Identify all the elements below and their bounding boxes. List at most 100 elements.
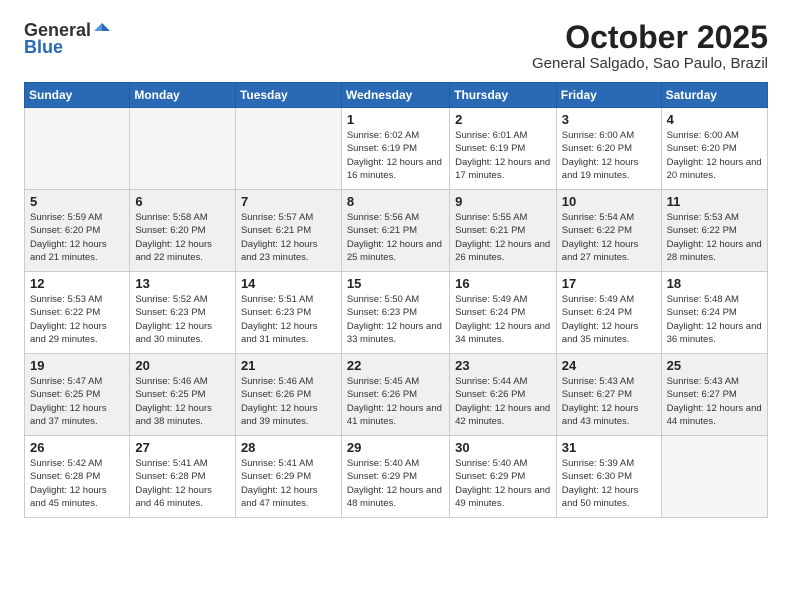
day-number: 6 [135, 194, 230, 209]
day-number: 31 [562, 440, 656, 455]
month-title: October 2025 [532, 20, 768, 55]
day-info: Sunrise: 5:53 AM Sunset: 6:22 PM Dayligh… [30, 293, 124, 346]
day-info: Sunrise: 5:52 AM Sunset: 6:23 PM Dayligh… [135, 293, 230, 346]
day-info: Sunrise: 5:46 AM Sunset: 6:26 PM Dayligh… [241, 375, 336, 428]
day-info: Sunrise: 6:02 AM Sunset: 6:19 PM Dayligh… [347, 129, 444, 182]
table-row: 8 Sunrise: 5:56 AM Sunset: 6:21 PM Daylig… [341, 190, 449, 272]
day-number: 28 [241, 440, 336, 455]
table-row: 2 Sunrise: 6:01 AM Sunset: 6:19 PM Daylig… [450, 108, 557, 190]
day-info: Sunrise: 6:01 AM Sunset: 6:19 PM Dayligh… [455, 129, 551, 182]
day-number: 16 [455, 276, 551, 291]
calendar-week-row: 1 Sunrise: 6:02 AM Sunset: 6:19 PM Daylig… [25, 108, 768, 190]
day-info: Sunrise: 5:41 AM Sunset: 6:28 PM Dayligh… [135, 457, 230, 510]
header-monday: Monday [130, 83, 236, 108]
day-info: Sunrise: 5:45 AM Sunset: 6:26 PM Dayligh… [347, 375, 444, 428]
day-info: Sunrise: 5:39 AM Sunset: 6:30 PM Dayligh… [562, 457, 656, 510]
day-info: Sunrise: 5:53 AM Sunset: 6:22 PM Dayligh… [667, 211, 762, 264]
header-saturday: Saturday [661, 83, 767, 108]
day-number: 27 [135, 440, 230, 455]
day-info: Sunrise: 5:43 AM Sunset: 6:27 PM Dayligh… [562, 375, 656, 428]
day-number: 30 [455, 440, 551, 455]
page: General Blue October 2025 General Salgad… [0, 0, 792, 612]
day-info: Sunrise: 5:55 AM Sunset: 6:21 PM Dayligh… [455, 211, 551, 264]
location-title: General Salgado, Sao Paulo, Brazil [532, 55, 768, 72]
table-row: 9 Sunrise: 5:55 AM Sunset: 6:21 PM Daylig… [450, 190, 557, 272]
day-info: Sunrise: 5:58 AM Sunset: 6:20 PM Dayligh… [135, 211, 230, 264]
day-number: 26 [30, 440, 124, 455]
logo-blue: Blue [24, 37, 63, 58]
table-row [661, 436, 767, 518]
table-row: 15Sunrise: 5:50 AM Sunset: 6:23 PM Dayli… [341, 272, 449, 354]
day-number: 23 [455, 358, 551, 373]
table-row: 27 Sunrise: 5:41 AM Sunset: 6:28 PM Dayli… [130, 436, 236, 518]
day-info: Sunrise: 5:49 AM Sunset: 6:24 PM Dayligh… [455, 293, 551, 346]
header: General Blue October 2025 General Salgad… [24, 20, 768, 72]
day-info: Sunrise: 5:57 AM Sunset: 6:21 PM Dayligh… [241, 211, 336, 264]
logo-flag-icon [92, 21, 112, 41]
table-row: 23 Sunrise: 5:44 AM Sunset: 6:26 PM Dayli… [450, 354, 557, 436]
day-info: Sunrise: 6:00 AM Sunset: 6:20 PM Dayligh… [562, 129, 656, 182]
table-row: 3Sunrise: 6:00 AM Sunset: 6:20 PM Daylig… [556, 108, 661, 190]
day-number: 14 [241, 276, 336, 291]
calendar-week-row: 19 Sunrise: 5:47 AM Sunset: 6:25 PM Dayli… [25, 354, 768, 436]
day-number: 29 [347, 440, 444, 455]
day-info: Sunrise: 5:40 AM Sunset: 6:29 PM Dayligh… [347, 457, 444, 510]
table-row: 1 Sunrise: 6:02 AM Sunset: 6:19 PM Daylig… [341, 108, 449, 190]
day-number: 24 [562, 358, 656, 373]
table-row: 29 Sunrise: 5:40 AM Sunset: 6:29 PM Dayli… [341, 436, 449, 518]
day-info: Sunrise: 5:44 AM Sunset: 6:26 PM Dayligh… [455, 375, 551, 428]
day-number: 11 [667, 194, 762, 209]
table-row: 21 Sunrise: 5:46 AM Sunset: 6:26 PM Dayli… [235, 354, 341, 436]
day-number: 4 [667, 112, 762, 127]
day-number: 22 [347, 358, 444, 373]
day-number: 1 [347, 112, 444, 127]
header-friday: Friday [556, 83, 661, 108]
day-info: Sunrise: 5:54 AM Sunset: 6:22 PM Dayligh… [562, 211, 656, 264]
table-row [130, 108, 236, 190]
day-info: Sunrise: 5:59 AM Sunset: 6:20 PM Dayligh… [30, 211, 124, 264]
day-number: 25 [667, 358, 762, 373]
calendar-header-row: Sunday Monday Tuesday Wednesday Thursday… [25, 83, 768, 108]
day-info: Sunrise: 5:46 AM Sunset: 6:25 PM Dayligh… [135, 375, 230, 428]
day-info: Sunrise: 5:56 AM Sunset: 6:21 PM Dayligh… [347, 211, 444, 264]
day-number: 12 [30, 276, 124, 291]
day-number: 13 [135, 276, 230, 291]
table-row: 22 Sunrise: 5:45 AM Sunset: 6:26 PM Dayli… [341, 354, 449, 436]
table-row: 13 Sunrise: 5:52 AM Sunset: 6:23 PM Dayli… [130, 272, 236, 354]
table-row: 17 Sunrise: 5:49 AM Sunset: 6:24 PM Dayli… [556, 272, 661, 354]
header-sunday: Sunday [25, 83, 130, 108]
day-number: 21 [241, 358, 336, 373]
day-info: Sunrise: 5:49 AM Sunset: 6:24 PM Dayligh… [562, 293, 656, 346]
day-info: Sunrise: 5:47 AM Sunset: 6:25 PM Dayligh… [30, 375, 124, 428]
table-row: 24 Sunrise: 5:43 AM Sunset: 6:27 PM Dayli… [556, 354, 661, 436]
day-number: 17 [562, 276, 656, 291]
table-row [235, 108, 341, 190]
table-row: 31 Sunrise: 5:39 AM Sunset: 6:30 PM Dayli… [556, 436, 661, 518]
table-row: 26Sunrise: 5:42 AM Sunset: 6:28 PM Dayli… [25, 436, 130, 518]
table-row: 6 Sunrise: 5:58 AM Sunset: 6:20 PM Daylig… [130, 190, 236, 272]
day-number: 9 [455, 194, 551, 209]
calendar-week-row: 5 Sunrise: 5:59 AM Sunset: 6:20 PM Daylig… [25, 190, 768, 272]
logo: General Blue [24, 20, 113, 58]
table-row: 14 Sunrise: 5:51 AM Sunset: 6:23 PM Dayli… [235, 272, 341, 354]
day-info: Sunrise: 5:50 AM Sunset: 6:23 PM Dayligh… [347, 293, 444, 346]
table-row: 19 Sunrise: 5:47 AM Sunset: 6:25 PM Dayli… [25, 354, 130, 436]
calendar-week-row: 12 Sunrise: 5:53 AM Sunset: 6:22 PM Dayli… [25, 272, 768, 354]
header-thursday: Thursday [450, 83, 557, 108]
header-wednesday: Wednesday [341, 83, 449, 108]
day-number: 2 [455, 112, 551, 127]
day-number: 19 [30, 358, 124, 373]
day-number: 20 [135, 358, 230, 373]
day-number: 8 [347, 194, 444, 209]
day-info: Sunrise: 5:43 AM Sunset: 6:27 PM Dayligh… [667, 375, 762, 428]
day-info: Sunrise: 5:51 AM Sunset: 6:23 PM Dayligh… [241, 293, 336, 346]
table-row: 5 Sunrise: 5:59 AM Sunset: 6:20 PM Daylig… [25, 190, 130, 272]
day-number: 10 [562, 194, 656, 209]
day-number: 18 [667, 276, 762, 291]
table-row: 7Sunrise: 5:57 AM Sunset: 6:21 PM Daylig… [235, 190, 341, 272]
table-row: 11 Sunrise: 5:53 AM Sunset: 6:22 PM Dayli… [661, 190, 767, 272]
day-info: Sunrise: 5:40 AM Sunset: 6:29 PM Dayligh… [455, 457, 551, 510]
table-row: 10 Sunrise: 5:54 AM Sunset: 6:22 PM Dayli… [556, 190, 661, 272]
day-number: 5 [30, 194, 124, 209]
table-row: 16 Sunrise: 5:49 AM Sunset: 6:24 PM Dayli… [450, 272, 557, 354]
